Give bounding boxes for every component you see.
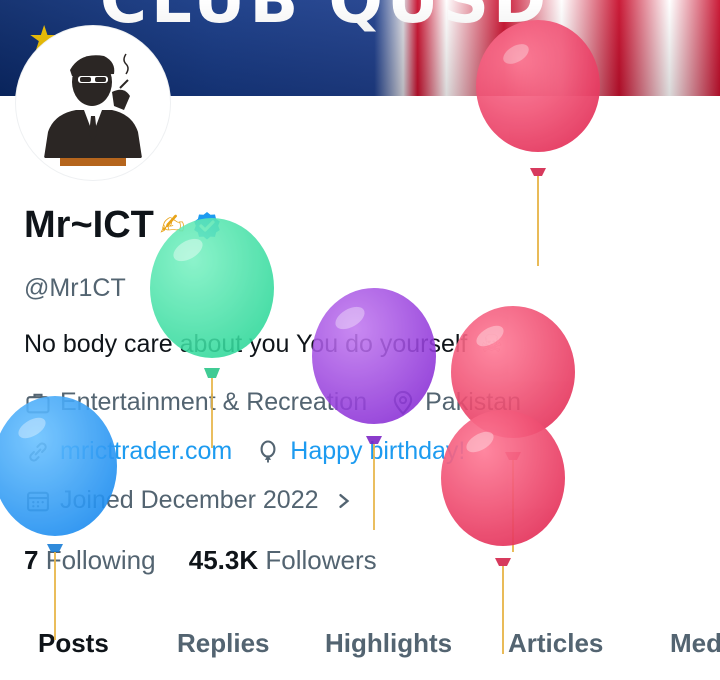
bio-text: No body care about you You do yourself xyxy=(24,330,468,358)
bio: No body care about you You do yourself ☠ xyxy=(24,329,503,359)
verified-badge-icon[interactable] xyxy=(191,210,223,242)
location-icon xyxy=(389,389,417,417)
briefcase-icon xyxy=(24,389,52,417)
following-label: Following xyxy=(45,545,156,575)
bio-emoji: ☠ xyxy=(480,330,503,358)
calendar-icon xyxy=(24,487,52,515)
meta-row-links: mricttrader.com Happy birthday! xyxy=(24,437,465,466)
followers-label: Followers xyxy=(265,545,377,575)
meta-row-joined[interactable]: Joined December 2022 xyxy=(24,486,369,515)
follow-stats: 7 Following 45.3K Followers xyxy=(24,545,377,576)
followers-count: 45.3K xyxy=(188,545,259,575)
avatar-image xyxy=(20,30,166,176)
tab-replies[interactable]: Replies xyxy=(177,628,270,659)
meta-row-category: Entertainment & Recreation Pakistan xyxy=(24,388,521,417)
following-link[interactable]: 7 Following xyxy=(24,545,163,575)
balloon-icon xyxy=(254,438,282,466)
tab-posts[interactable]: Posts xyxy=(38,628,109,659)
name-emoji: ✍ xyxy=(159,209,185,242)
birthday-label[interactable]: Happy birthday! xyxy=(290,437,465,466)
location-label: Pakistan xyxy=(425,388,521,416)
balloon-blue xyxy=(0,396,117,640)
link-icon xyxy=(24,438,52,466)
category-label: Entertainment & Recreation xyxy=(60,388,368,416)
tab-articles[interactable]: Articles xyxy=(508,628,603,659)
display-name: Mr~ICT xyxy=(24,204,154,246)
tab-media[interactable]: Media xyxy=(670,628,720,659)
website-link[interactable]: mricttrader.com xyxy=(60,437,232,466)
followers-link[interactable]: 45.3K Followers xyxy=(189,545,377,575)
avatar[interactable] xyxy=(16,26,170,180)
joined-label: Joined December 2022 xyxy=(60,486,319,514)
profile-tabs: Posts Replies Highlights Articles Media xyxy=(0,628,720,668)
tab-highlights[interactable]: Highlights xyxy=(325,628,452,659)
name-row: Mr~ICT ✍ xyxy=(24,204,223,247)
banner-text: CLUB QUSD xyxy=(100,0,551,38)
handle: @Mr1CT xyxy=(24,274,126,302)
following-count: 7 xyxy=(24,545,39,575)
chevron-right-icon xyxy=(333,487,361,515)
